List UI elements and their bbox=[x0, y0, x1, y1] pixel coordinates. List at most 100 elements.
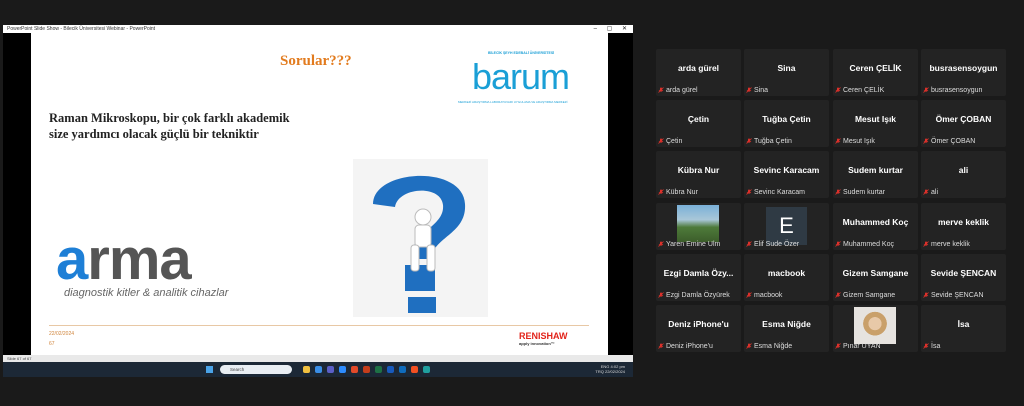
muted-mic-icon bbox=[658, 87, 664, 93]
participant-name: ali bbox=[931, 189, 939, 196]
participant-display-name: Sevide ŞENCAN bbox=[930, 268, 997, 278]
slide-body-text: Raman Mikroskopu, bir çok farklı akademi… bbox=[49, 110, 290, 142]
muted-mic-icon bbox=[835, 189, 841, 195]
participant-name-label: İsa bbox=[923, 343, 940, 350]
file-explorer-icon[interactable] bbox=[303, 366, 310, 373]
participant-name: Kübra Nur bbox=[666, 189, 698, 196]
participant-display-name: Ezgi Damla Özy... bbox=[663, 268, 734, 278]
participant-name: Pınar UYAN bbox=[843, 343, 881, 350]
muted-mic-icon bbox=[835, 241, 841, 247]
muted-mic-icon bbox=[923, 241, 929, 247]
window-controls[interactable]: – ▢ ✕ bbox=[594, 25, 631, 33]
participant-name-label: Ezgi Damla Özyürek bbox=[658, 292, 730, 299]
outlook-icon[interactable] bbox=[399, 366, 406, 373]
system-tray[interactable]: ENG 4:02 pm TRQ 22/02/2024 bbox=[595, 364, 625, 374]
muted-mic-icon bbox=[923, 343, 929, 349]
muted-mic-icon bbox=[923, 292, 929, 298]
chrome-icon[interactable] bbox=[351, 366, 358, 373]
participant-tile[interactable]: macbook macbook bbox=[744, 254, 829, 301]
participant-name-label: Deniz iPhone'u bbox=[658, 343, 713, 350]
participant-name-label: Elif Sude Özer bbox=[746, 241, 799, 248]
participant-tile[interactable]: Sevinc Karacam Sevinc Karacam bbox=[744, 151, 829, 198]
arma-logo-a: a bbox=[56, 227, 88, 292]
shared-screen: PowerPoint Slide Show - Bilecik Üniversi… bbox=[3, 25, 633, 377]
app-icon[interactable] bbox=[411, 366, 418, 373]
participant-name-label: Çetin bbox=[658, 138, 682, 145]
slide-page-number: 67 bbox=[49, 341, 55, 347]
participant-tile[interactable]: ali ali bbox=[921, 151, 1006, 198]
participant-tile[interactable]: busrasensoygun busrasensoygun bbox=[921, 49, 1006, 96]
participant-tile[interactable]: Sevide ŞENCAN Sevide ŞENCAN bbox=[921, 254, 1006, 301]
participant-display-name: Ömer ÇOBAN bbox=[935, 114, 992, 124]
participant-tile[interactable]: Mesut Işık Mesut Işık bbox=[833, 100, 918, 147]
participant-display-name: merve keklik bbox=[937, 217, 990, 227]
tray-date: 22/02/2024 bbox=[604, 369, 625, 374]
edge-icon[interactable] bbox=[315, 366, 322, 373]
participant-tile[interactable]: Esma Niğde Esma Niğde bbox=[744, 305, 829, 352]
participant-display-name: İsa bbox=[957, 319, 970, 329]
participant-name: Sevinc Karacam bbox=[754, 189, 805, 196]
muted-mic-icon bbox=[835, 343, 841, 349]
slide-body-line-2: size yardımcı olacak güçlü bir tekniktir bbox=[49, 127, 259, 141]
teams-icon[interactable] bbox=[327, 366, 334, 373]
participant-tile[interactable]: Ezgi Damla Özy... Ezgi Damla Özyürek bbox=[656, 254, 741, 301]
participant-tile[interactable]: Çetin Çetin bbox=[656, 100, 741, 147]
muted-mic-icon bbox=[746, 343, 752, 349]
question-mark-icon bbox=[353, 159, 488, 317]
powerpoint-icon[interactable] bbox=[363, 366, 370, 373]
participant-name: macbook bbox=[754, 292, 783, 299]
participant-tile[interactable]: Pınar UYAN bbox=[833, 305, 918, 352]
participant-video bbox=[677, 205, 719, 242]
participant-tile[interactable]: Tuğba Çetin Tuğba Çetin bbox=[744, 100, 829, 147]
muted-mic-icon bbox=[746, 87, 752, 93]
participant-tile[interactable]: Muhammed Koç Muhammed Koç bbox=[833, 203, 918, 250]
powerpoint-status-bar: Slide 67 of 67 bbox=[3, 355, 633, 362]
participant-name-label: Sudem kurtar bbox=[835, 189, 885, 196]
taskbar-search-box[interactable]: Search bbox=[220, 365, 292, 374]
participant-tile[interactable]: arda gürel arda gürel bbox=[656, 49, 741, 96]
participant-display-name: ali bbox=[958, 165, 969, 175]
arma-tagline: diagnostik kitler & analitik cihazlar bbox=[64, 287, 229, 299]
word-icon[interactable] bbox=[387, 366, 394, 373]
participant-name: Gizem Samgane bbox=[843, 292, 896, 299]
muted-mic-icon bbox=[658, 138, 664, 144]
participant-name-label: Sina bbox=[746, 87, 768, 94]
participant-tile[interactable]: E Elif Sude Özer bbox=[744, 203, 829, 250]
participant-tile[interactable]: Deniz iPhone'u Deniz iPhone'u bbox=[656, 305, 741, 352]
participant-name-label: Yaren Emine Ulm bbox=[658, 241, 720, 248]
participant-name-label: Sevide ŞENCAN bbox=[923, 292, 984, 299]
participant-display-name: Gizem Samgane bbox=[842, 268, 909, 278]
participant-display-name: busrasensoygun bbox=[929, 63, 998, 73]
participant-tile[interactable]: Ömer ÇOBAN Ömer ÇOBAN bbox=[921, 100, 1006, 147]
participant-name-label: Tuğba Çetin bbox=[746, 138, 792, 145]
participant-tile[interactable]: Ceren ÇELİK Ceren ÇELİK bbox=[833, 49, 918, 96]
participant-tile[interactable]: Sina Sina bbox=[744, 49, 829, 96]
zoom-icon[interactable] bbox=[339, 366, 346, 373]
barum-logo: BİLECİK ŞEYH EDEBALİ ÜNİVERSİTESİ barum … bbox=[458, 48, 591, 108]
windows-start-icon[interactable] bbox=[206, 366, 213, 373]
participant-name: busrasensoygun bbox=[931, 87, 983, 94]
participant-tile[interactable]: Gizem Samgane Gizem Samgane bbox=[833, 254, 918, 301]
participant-name: İsa bbox=[931, 343, 941, 350]
participant-tile[interactable]: Yaren Emine Ulm bbox=[656, 203, 741, 250]
tray-region: TRQ bbox=[595, 369, 604, 374]
participant-tile[interactable]: Kübra Nur Kübra Nur bbox=[656, 151, 741, 198]
excel-icon[interactable] bbox=[375, 366, 382, 373]
powerpoint-title: PowerPoint Slide Show - Bilecik Üniversi… bbox=[7, 26, 156, 32]
participant-name: Ömer ÇOBAN bbox=[931, 138, 976, 145]
participant-name-label: Ömer ÇOBAN bbox=[923, 138, 975, 145]
participant-name-label: macbook bbox=[746, 292, 782, 299]
participant-tile[interactable]: İsa İsa bbox=[921, 305, 1006, 352]
muted-mic-icon bbox=[658, 241, 664, 247]
app-icon[interactable] bbox=[423, 366, 430, 373]
muted-mic-icon bbox=[746, 138, 752, 144]
muted-mic-icon bbox=[835, 138, 841, 144]
participant-tile[interactable]: Sudem kurtar Sudem kurtar bbox=[833, 151, 918, 198]
participant-name: Deniz iPhone'u bbox=[666, 343, 713, 350]
muted-mic-icon bbox=[658, 343, 664, 349]
participant-tile[interactable]: merve keklik merve keklik bbox=[921, 203, 1006, 250]
participant-name: Ezgi Damla Özyürek bbox=[666, 292, 730, 299]
participant-name: Yaren Emine Ulm bbox=[666, 241, 721, 248]
participant-display-name: Esma Niğde bbox=[762, 319, 811, 329]
participant-name-label: Ceren ÇELİK bbox=[835, 87, 884, 94]
